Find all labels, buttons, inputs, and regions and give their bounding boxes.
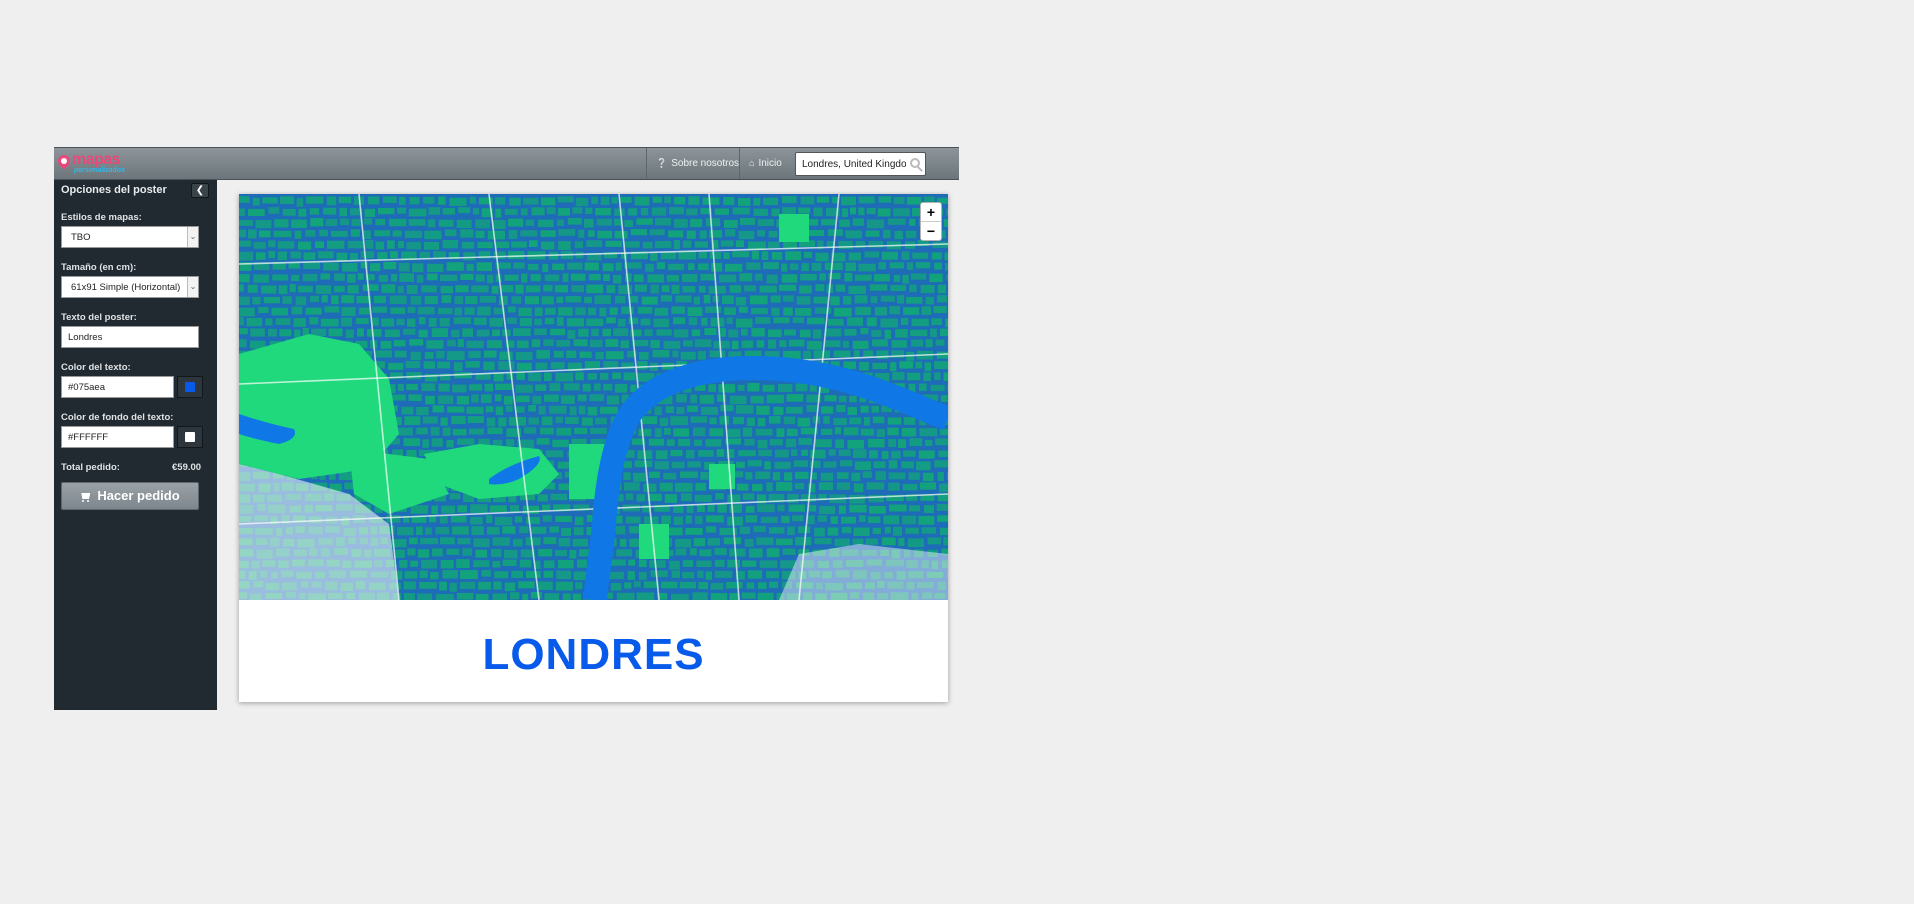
logo-subtitle: personalizados — [74, 167, 125, 174]
text-bg-color-input[interactable] — [61, 426, 174, 448]
nav-about-link[interactable]: ❔ Sobre nosotros — [646, 148, 748, 179]
place-order-label: Hacer pedido — [97, 488, 180, 503]
logo-word: mapas — [72, 151, 121, 168]
text-bg-color-label: Color de fondo del texto: — [61, 412, 174, 423]
zoom-in-button[interactable]: + — [921, 203, 941, 221]
zoom-out-button[interactable]: − — [921, 221, 941, 240]
nav-home-link[interactable]: ⌂ Inicio — [739, 148, 791, 179]
map-view[interactable]: + − — [239, 194, 948, 600]
poster-preview: + − LONDRES — [239, 194, 948, 702]
color-swatch — [185, 382, 195, 392]
total-label: Total pedido: — [61, 462, 120, 473]
size-label: Tamaño (en cm): — [61, 262, 137, 273]
collapse-sidebar-button[interactable]: ❮ — [191, 183, 209, 198]
location-search-input[interactable] — [796, 153, 912, 175]
chevron-left-icon: ❮ — [195, 185, 205, 196]
chevron-down-icon: ⌄ — [187, 227, 198, 247]
map-style-select[interactable]: TBO ⌄ — [61, 226, 199, 248]
poster-options-sidebar: Opciones del poster ❮ Estilos de mapas: … — [54, 180, 217, 710]
text-color-label: Color del texto: — [61, 362, 131, 373]
nav-home-label: Inicio — [758, 158, 782, 169]
text-color-picker-button[interactable] — [177, 376, 203, 398]
zoom-control: + − — [920, 202, 942, 241]
chevron-down-icon: ⌄ — [187, 277, 198, 297]
total-price: €59.00 — [172, 462, 202, 473]
poster-title: LONDRES — [482, 630, 705, 679]
sidebar-title: Opciones del poster — [61, 184, 167, 196]
search-icon[interactable] — [910, 158, 920, 168]
text-bg-color-picker-button[interactable] — [177, 426, 203, 448]
site-logo[interactable]: mapas personalizados — [55, 151, 128, 177]
poster-text-label: Texto del poster: — [61, 312, 137, 323]
home-icon: ⌂ — [749, 158, 755, 168]
shopping-cart-icon — [80, 493, 91, 502]
app-window: mapas personalizados ❔ Sobre nosotros ⌂ In… — [54, 147, 959, 710]
street-map-graphic — [239, 194, 948, 600]
size-value: 61x91 Simple (Horizontal) — [71, 282, 181, 293]
poster-text-input[interactable] — [61, 326, 199, 348]
place-order-button[interactable]: Hacer pedido — [61, 482, 199, 510]
size-select[interactable]: 61x91 Simple (Horizontal) ⌄ — [61, 276, 199, 298]
search-box — [795, 152, 926, 176]
map-style-value: TBO — [71, 232, 91, 243]
top-navbar: mapas personalizados ❔ Sobre nosotros ⌂ In… — [54, 147, 959, 180]
map-style-label: Estilos de mapas: — [61, 212, 142, 223]
color-swatch — [185, 432, 195, 442]
text-color-input[interactable] — [61, 376, 174, 398]
question-circle-icon: ❔ — [656, 158, 668, 168]
map-pin-icon — [55, 152, 73, 170]
nav-about-label: Sobre nosotros — [671, 158, 740, 169]
